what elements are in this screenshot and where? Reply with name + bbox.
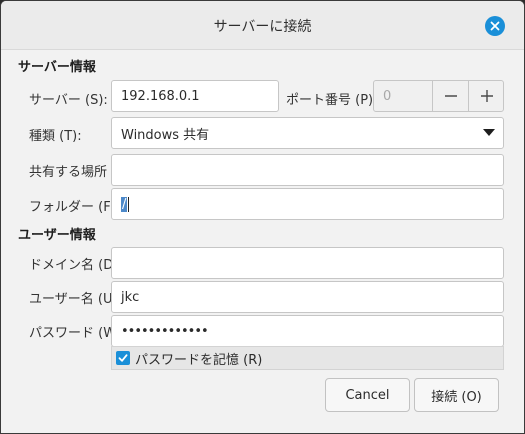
port-label: ポート番号 (P):: [286, 93, 378, 108]
port-decrement-button[interactable]: [432, 80, 468, 112]
connect-button[interactable]: 接続 (O): [414, 378, 499, 412]
username-label: ユーザー名 (U):: [29, 292, 122, 307]
type-dropdown[interactable]: Windows 共有: [111, 117, 504, 149]
remember-password-label: パスワードを記憶 (R): [135, 352, 263, 368]
share-input[interactable]: [111, 154, 504, 186]
domain-label: ドメイン名 (D):: [29, 258, 123, 273]
remember-password-checkbox[interactable]: パスワードを記憶 (R): [111, 346, 504, 370]
close-button[interactable]: [485, 16, 505, 36]
server-input[interactable]: 192.168.0.1: [111, 80, 279, 112]
folder-input[interactable]: /: [111, 188, 504, 220]
minus-icon: [444, 95, 457, 97]
password-input-value: •••••••••••••: [121, 323, 209, 339]
checkbox-box[interactable]: [116, 351, 130, 365]
folder-input-value: /: [121, 196, 128, 212]
connect-to-server-dialog: サーバーに接続 サーバー情報 サーバー (S): 192.168.0.1 ポート…: [0, 0, 525, 434]
username-input[interactable]: jkc: [111, 281, 504, 313]
close-icon: [490, 21, 500, 31]
user-info-heading: ユーザー情報: [18, 228, 96, 243]
password-input[interactable]: •••••••••••••: [111, 315, 504, 347]
type-dropdown-value: Windows 共有: [121, 127, 210, 143]
folder-label: フォルダー (F):: [29, 200, 121, 215]
username-input-value: jkc: [121, 289, 140, 305]
triangle-down-icon: [483, 129, 495, 136]
plus-icon: [480, 90, 493, 102]
server-info-heading: サーバー情報: [18, 60, 96, 75]
server-label: サーバー (S):: [29, 93, 108, 108]
dialog-title: サーバーに接続: [213, 19, 312, 35]
title-bar: サーバーに接続: [1, 1, 524, 50]
port-increment-button[interactable]: [468, 80, 504, 112]
server-input-value: 192.168.0.1: [121, 88, 200, 104]
type-label: 種類 (T):: [29, 129, 82, 144]
port-input-value: 0: [383, 88, 392, 104]
cancel-button[interactable]: Cancel: [325, 378, 410, 412]
domain-input[interactable]: [111, 247, 504, 279]
check-icon: [118, 354, 128, 362]
text-caret: [128, 196, 130, 212]
